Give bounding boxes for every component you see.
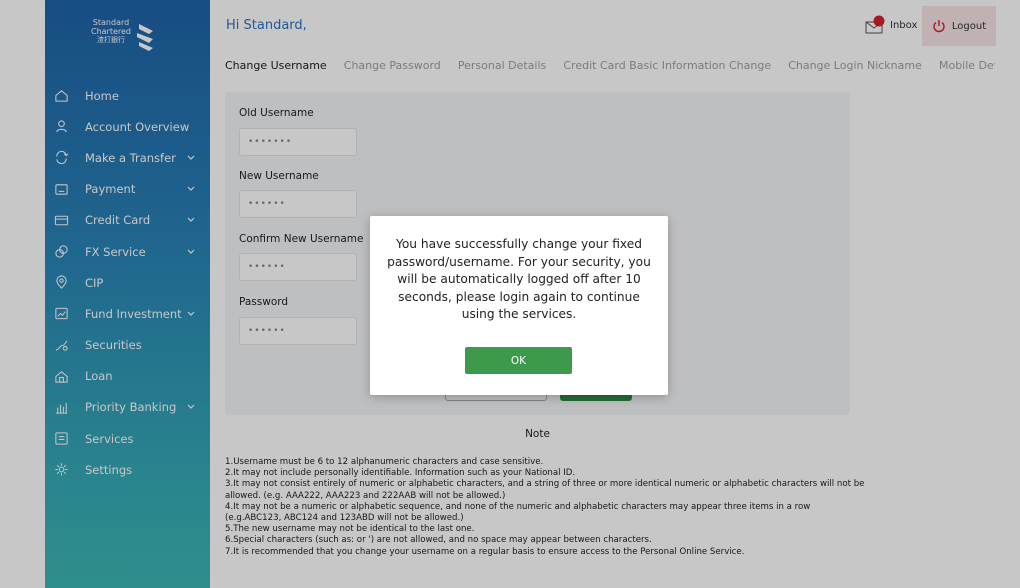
ok-button[interactable]: OK: [465, 347, 572, 374]
success-dialog: You have successfully change your fixed …: [370, 216, 668, 395]
dialog-message: You have successfully change your fixed …: [387, 237, 651, 321]
